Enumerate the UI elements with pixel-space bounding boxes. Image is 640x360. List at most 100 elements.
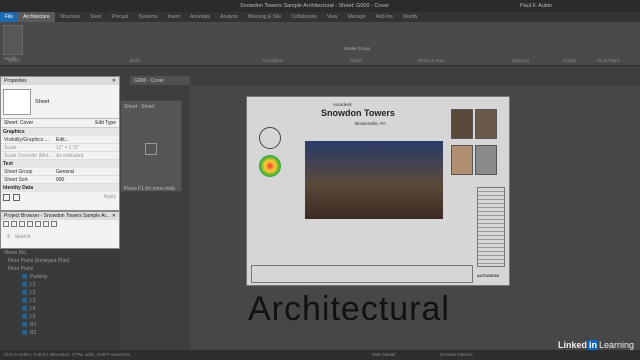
section-text[interactable]: Text	[1, 160, 119, 168]
search-input[interactable]: Search	[15, 234, 31, 240]
tree-item[interactable]: Parking	[0, 273, 120, 281]
ribbon-panel: Modify Model Group Select Build Circulat…	[0, 22, 640, 66]
section-graphics[interactable]: Graphics	[1, 128, 119, 136]
title-bar: Snowdon Towers Sample Architectural - Sh…	[0, 0, 640, 12]
tree-item[interactable]: L4	[0, 305, 120, 313]
property-value: As indicated	[56, 153, 84, 159]
tab-insert[interactable]: Insert	[163, 14, 186, 20]
section-identity-data[interactable]: Identity Data	[1, 184, 119, 192]
tab-steel[interactable]: Steel	[85, 14, 106, 20]
project-browser: Project Browser - Snowdon Towers Sample …	[0, 211, 120, 249]
tool-icon[interactable]	[51, 221, 57, 227]
tab-massing[interactable]: Massing & Site	[243, 14, 286, 20]
close-icon[interactable]: ✕	[112, 213, 116, 219]
seal-image	[259, 127, 281, 149]
type-thumbnail	[3, 88, 31, 115]
model-group-button[interactable]: Model Group	[344, 46, 370, 51]
browser-search[interactable]: ⚲ Search	[1, 230, 119, 244]
tool-icon[interactable]	[11, 221, 17, 227]
panel-opening: Opening	[512, 58, 530, 63]
tool-icon[interactable]	[27, 221, 33, 227]
sheet-icon	[145, 143, 157, 155]
tree-item[interactable]: L1	[0, 281, 120, 289]
properties-title: Properties	[4, 78, 27, 84]
tab-collaborate[interactable]: Collaborate	[286, 14, 322, 20]
title-block	[251, 265, 473, 283]
tree-item[interactable]: L5	[0, 313, 120, 321]
tree-item[interactable]: L3	[0, 297, 120, 305]
tree-item[interactable]: Floor Plans (Enlarged Plan)	[0, 257, 120, 265]
autodesk-logo: AUTODESK	[477, 273, 500, 278]
property-key: Scale Override (Mul...	[4, 153, 53, 159]
sheet-list-table	[477, 187, 505, 267]
type-selector[interactable]: Sheet	[1, 85, 119, 119]
property-value[interactable]: General	[53, 168, 119, 175]
tooltip-help: Press F1 for more help	[124, 186, 175, 192]
panel-room-area[interactable]: Room & Area	[418, 58, 445, 63]
tree-item[interactable]: Views (fn)	[0, 249, 120, 257]
status-hint: Click to select, TAB for alternates, CTR…	[3, 352, 132, 357]
property-row: Sheet Group General	[1, 168, 119, 176]
sheet-location: Brownsville, PA	[355, 121, 386, 126]
panel-circulation: Circulation	[262, 58, 284, 63]
tool-icon[interactable]	[35, 221, 41, 227]
panel-select[interactable]: Select	[8, 58, 21, 63]
browser-tree: Views (fn) Floor Plans (Enlarged Plan) F…	[0, 249, 120, 350]
user-name[interactable]: Paul F. Aubin	[520, 3, 552, 9]
tree-item[interactable]: Floor Plans	[0, 265, 120, 273]
property-value[interactable]: 000	[53, 176, 119, 183]
exclude-options[interactable]: Exclude Options	[440, 352, 473, 357]
type-name: Sheet	[35, 98, 50, 105]
visibility-edit-button[interactable]: Edit...	[53, 136, 119, 143]
tab-annotate[interactable]: Annotate	[185, 14, 215, 20]
tree-item[interactable]: L2	[0, 289, 120, 297]
tool-icon[interactable]	[19, 221, 25, 227]
close-icon[interactable]: ✕	[112, 78, 116, 84]
tab-analyze[interactable]: Analyze	[215, 14, 243, 20]
tab-systems[interactable]: Systems	[133, 14, 162, 20]
overlay-caption: Architectural	[248, 290, 450, 328]
tab-manage[interactable]: Manage	[343, 14, 371, 20]
title-sheet[interactable]: Autodesk Snowdon Towers Brownsville, PA …	[246, 96, 510, 286]
property-row: Visibility/Graphics ... Edit...	[1, 136, 119, 144]
property-row: Scale 12" = 1'-0"	[1, 144, 119, 152]
instance-label[interactable]: Sheet: Cover	[4, 120, 33, 126]
view-tab[interactable]: G000 - Cover	[130, 76, 190, 85]
linkedin-learning-logo: Linked in Learning	[558, 340, 635, 350]
browser-toolbar	[1, 220, 119, 230]
tooltip-pane: Sheet : Sheet Press F1 for more help	[120, 100, 182, 192]
document-title: Snowdon Towers Sample Architectural - Sh…	[240, 3, 390, 9]
edit-type-button[interactable]: Edit Type	[95, 120, 116, 126]
tab-precast[interactable]: Precast	[106, 14, 133, 20]
panel-work-plane: Work Plane	[597, 58, 621, 63]
status-bar: Click to select, TAB for alternates, CTR…	[0, 350, 640, 360]
model-selector[interactable]: Main Model	[372, 352, 395, 357]
tab-view[interactable]: View	[322, 14, 343, 20]
tab-structure[interactable]: Structure	[55, 14, 85, 20]
properties-palette: Properties ✕ Sheet Sheet: Cover Edit Typ…	[0, 76, 120, 211]
panel-model: Model	[350, 58, 363, 63]
panel-datum: Datum	[563, 58, 577, 63]
property-key: Sheet Group	[4, 169, 33, 175]
sort-icon[interactable]	[3, 193, 10, 201]
tab-architecture[interactable]: Architecture	[18, 12, 55, 22]
properties-header: Properties ✕	[1, 77, 119, 85]
tab-file[interactable]: File	[0, 12, 19, 22]
tool-icon[interactable]	[3, 221, 9, 227]
tool-icon[interactable]	[43, 221, 49, 227]
property-key: Sheet Sort	[4, 177, 28, 183]
apply-button[interactable]: Apply	[103, 194, 116, 200]
tree-item[interactable]: R1	[0, 321, 120, 329]
instance-selector[interactable]: Sheet: Cover Edit Type	[1, 119, 119, 128]
modify-button[interactable]	[3, 25, 23, 55]
properties-footer: Apply	[1, 192, 119, 202]
property-row: Scale Override (Mul... As indicated	[1, 152, 119, 160]
search-icon: ⚲	[7, 234, 11, 240]
property-key: Visibility/Graphics ...	[4, 137, 49, 143]
panel-build: Build	[130, 58, 141, 63]
tab-modify[interactable]: Modify	[398, 14, 423, 20]
tree-item[interactable]: R2	[0, 329, 120, 337]
tab-addins[interactable]: Add-Ins	[371, 14, 398, 20]
filter-icon[interactable]	[13, 193, 20, 201]
browser-title: Project Browser - Snowdon Towers Sample …	[4, 213, 111, 219]
